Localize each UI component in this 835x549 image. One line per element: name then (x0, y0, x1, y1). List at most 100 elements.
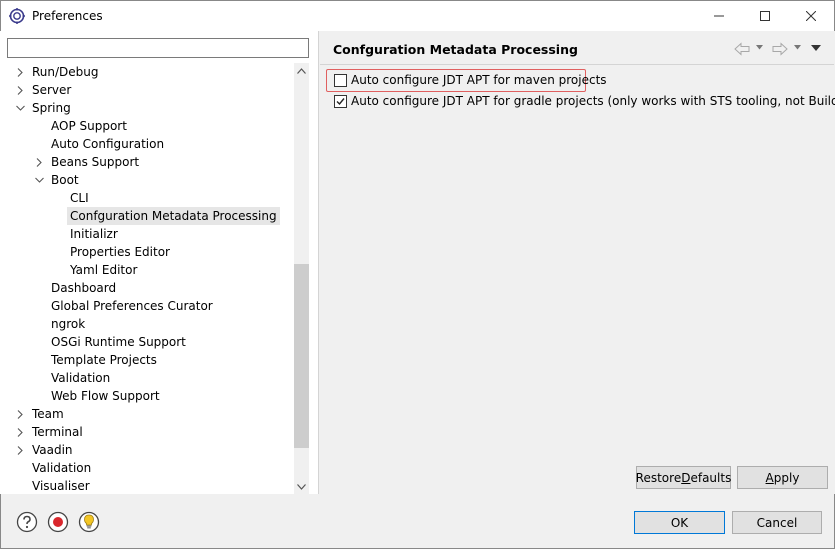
gradle-apt-label: Auto configure JDT APT for gradle projec… (351, 94, 835, 108)
tree-item-label: Server (32, 83, 72, 97)
tree-item[interactable]: AOP Support (0, 117, 294, 135)
tree-item[interactable]: Template Projects (0, 351, 294, 369)
tree-item-label: Validation (32, 461, 92, 475)
tree-item-label: CLI (70, 191, 89, 205)
tree-item-label: Visualiser (32, 479, 90, 493)
tree-item[interactable]: Properties Editor (0, 243, 294, 261)
scroll-up-arrow[interactable] (294, 63, 309, 78)
maximize-icon (760, 11, 770, 21)
page-navigation-toolbar (732, 40, 826, 58)
tree-item[interactable]: CLI (0, 189, 294, 207)
chevron-down-icon[interactable] (34, 171, 44, 189)
tree-item[interactable]: OSGi Runtime Support (0, 333, 294, 351)
view-menu-icon[interactable] (811, 45, 821, 51)
tree-item-label: Yaml Editor (70, 263, 138, 277)
chevron-right-icon[interactable] (15, 423, 25, 441)
back-arrow-icon[interactable] (734, 42, 750, 56)
forward-dropdown-icon[interactable] (794, 45, 801, 50)
scroll-down-arrow[interactable] (294, 479, 309, 494)
chevron-down-icon (297, 483, 306, 490)
tree-item[interactable]: Validation (0, 369, 294, 387)
minimize-button[interactable] (696, 1, 742, 31)
gradle-apt-checkbox[interactable] (334, 95, 347, 108)
maven-apt-label: Auto configure JDT APT for maven project… (351, 73, 607, 87)
tree-item-label: ngrok (51, 317, 86, 331)
tree-item-label: Boot (51, 173, 79, 187)
tree-item-label: Dashboard (51, 281, 117, 295)
tree-item[interactable]: Server (0, 81, 294, 99)
tree-item-label: Template Projects (51, 353, 157, 367)
title-separator (320, 64, 834, 65)
apply-label-rest: pply (773, 470, 800, 485)
preferences-tree: Run/Debug Server Spring AOP Support Auto Con… (0, 63, 294, 493)
tree-item-label: Spring (32, 101, 71, 115)
tree-item[interactable]: Boot (0, 171, 294, 189)
maven-apt-option[interactable]: Auto configure JDT APT for maven project… (329, 71, 607, 91)
chevron-right-icon[interactable] (15, 63, 25, 81)
ok-button[interactable]: OK (634, 511, 725, 534)
chevron-right-icon[interactable] (34, 153, 44, 171)
restore-defaults-label-part: Restore (635, 470, 682, 485)
tree-item-label: Auto Configuration (51, 137, 165, 151)
restore-defaults-mnemonic: D (681, 470, 691, 485)
tree-item[interactable]: Validation (0, 459, 294, 477)
back-dropdown-icon[interactable] (756, 45, 763, 50)
tree-item-label: AOP Support (51, 119, 127, 133)
maven-apt-checkbox[interactable] (334, 74, 347, 87)
tree-item[interactable]: Yaml Editor (0, 261, 294, 279)
tree-item[interactable]: Initializr (0, 225, 294, 243)
tree-item[interactable]: ngrok (0, 315, 294, 333)
scroll-thumb[interactable] (294, 264, 309, 448)
chevron-down-icon[interactable] (15, 99, 25, 117)
chevron-up-icon (297, 67, 306, 74)
minimize-icon (714, 15, 724, 17)
tree-item[interactable]: Beans Support (0, 153, 294, 171)
tree-item-label: OSGi Runtime Support (51, 335, 186, 349)
tree-item-label: Team (32, 407, 64, 421)
restore-defaults-button[interactable]: Restore Defaults (636, 466, 731, 489)
tree-item[interactable]: Run/Debug (0, 63, 294, 81)
checkmark-icon (336, 98, 345, 106)
tree-item-label: Run/Debug (32, 65, 99, 79)
chevron-right-icon[interactable] (15, 81, 25, 99)
record-macro-icon[interactable] (47, 511, 69, 533)
tree-item[interactable]: Auto Configuration (0, 135, 294, 153)
title-bar: Preferences (0, 0, 835, 31)
lightbulb-tip-icon[interactable] (78, 511, 100, 533)
tree-scrollbar[interactable] (294, 63, 309, 494)
tree-item-label: Beans Support (51, 155, 140, 169)
gradle-apt-option[interactable]: Auto configure JDT APT for gradle projec… (329, 92, 835, 112)
tree-item[interactable]: Confguration Metadata Processing (0, 207, 294, 225)
tree-item[interactable]: Visualiser (0, 477, 294, 493)
maximize-button[interactable] (742, 1, 788, 31)
filter-input[interactable] (7, 38, 309, 58)
window-title: Preferences (32, 9, 103, 23)
forward-arrow-icon[interactable] (772, 42, 788, 56)
tree-item-label: Vaadin (32, 443, 73, 457)
chevron-right-icon[interactable] (15, 441, 25, 459)
restore-defaults-label-rest: efaults (690, 470, 732, 485)
tree-item[interactable]: Global Preferences Curator (0, 297, 294, 315)
tree-item-label: Web Flow Support (51, 389, 160, 403)
tree-item-label: Validation (51, 371, 111, 385)
tree-item-label: Terminal (32, 425, 83, 439)
tree-item[interactable]: Spring (0, 99, 294, 117)
tree-item-label: Initializr (70, 227, 118, 241)
tree-item-label: Global Preferences Curator (51, 299, 213, 313)
apply-mnemonic: A (765, 470, 774, 485)
close-button[interactable] (788, 1, 834, 31)
close-icon (806, 11, 816, 21)
tree-item-label: Confguration Metadata Processing (67, 207, 280, 225)
eclipse-app-icon (9, 8, 25, 24)
apply-button[interactable]: Apply (737, 466, 828, 489)
help-icon[interactable] (16, 511, 38, 533)
cancel-button[interactable]: Cancel (732, 511, 822, 534)
tree-item-label: Properties Editor (70, 245, 170, 259)
tree-item[interactable]: Web Flow Support (0, 387, 294, 405)
tree-item[interactable]: Team (0, 405, 294, 423)
tree-item[interactable]: Terminal (0, 423, 294, 441)
page-title: Confguration Metadata Processing (333, 42, 578, 57)
tree-item[interactable]: Dashboard (0, 279, 294, 297)
chevron-right-icon[interactable] (15, 405, 25, 423)
tree-item[interactable]: Vaadin (0, 441, 294, 459)
